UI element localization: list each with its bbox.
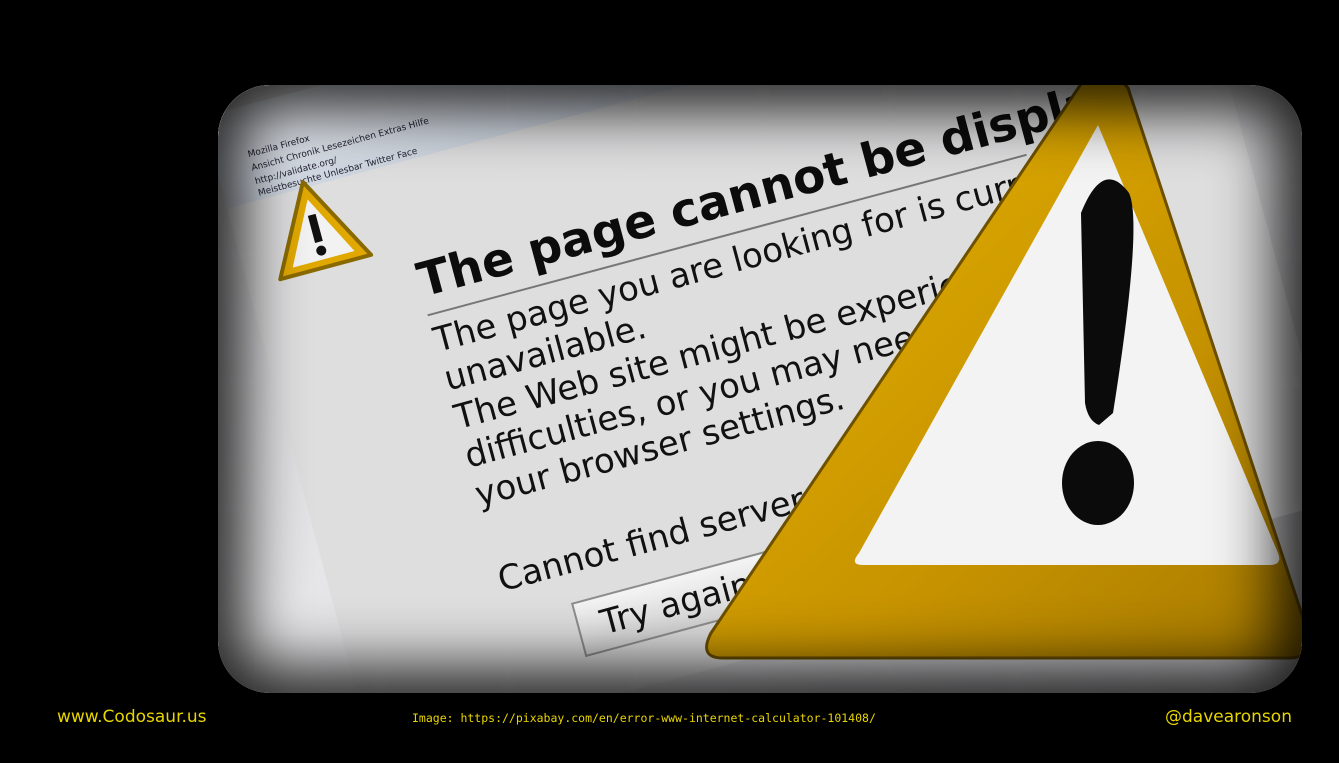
large-warning-triangle-icon bbox=[705, 85, 1302, 660]
slide: Mozilla Firefox Ansicht Chronik Lesezeic… bbox=[0, 0, 1339, 763]
image-credit: Image: https://pixabay.com/en/error-www-… bbox=[412, 711, 876, 725]
footer-twitter-handle[interactable]: @davearonson bbox=[1165, 707, 1292, 727]
error-illustration-photo: Mozilla Firefox Ansicht Chronik Lesezeic… bbox=[218, 85, 1302, 693]
footer-site-link[interactable]: www.Codosaur.us bbox=[57, 707, 207, 727]
